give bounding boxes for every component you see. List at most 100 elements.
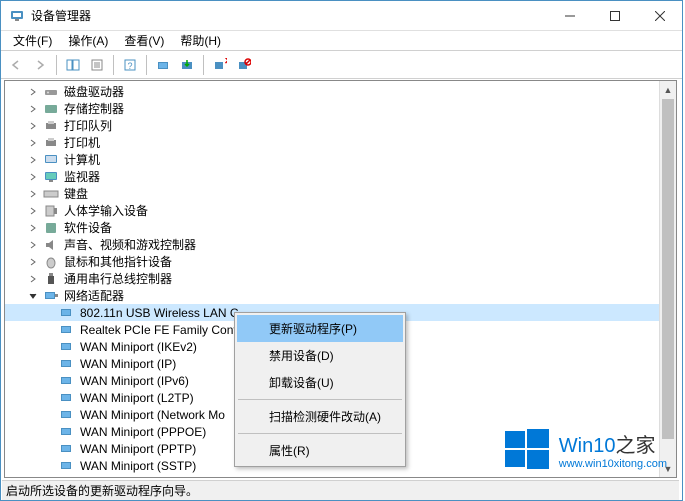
storage-icon <box>43 101 59 117</box>
tree-item-disk-drives[interactable]: 磁盘驱动器 <box>5 83 676 100</box>
chevron-down-icon[interactable] <box>27 290 39 302</box>
chevron-right-icon[interactable] <box>27 137 39 149</box>
toolbar-separator <box>113 55 114 75</box>
ctx-scan-hardware[interactable]: 扫描检测硬件改动(A) <box>237 403 403 430</box>
tree-item-usb[interactable]: 通用串行总线控制器 <box>5 270 676 287</box>
tree-label: WAN Miniport (IKEv2) <box>78 340 199 354</box>
tree-label: 鼠标和其他指针设备 <box>62 253 174 270</box>
network-adapter-icon <box>59 424 75 440</box>
network-adapter-icon <box>59 458 75 474</box>
hid-icon <box>43 203 59 219</box>
chevron-right-icon[interactable] <box>27 205 39 217</box>
network-adapter-icon <box>59 390 75 406</box>
tree-label: 802.11n USB Wireless LAN C <box>78 306 241 320</box>
tree-item-mice[interactable]: 鼠标和其他指针设备 <box>5 253 676 270</box>
maximize-button[interactable] <box>592 1 637 30</box>
tree-label: WAN Miniport (Network Mo <box>78 408 227 422</box>
tree-label: Realtek PCIe FE Family Contr <box>78 323 243 337</box>
keyboard-icon <box>43 186 59 202</box>
forward-button[interactable] <box>29 54 51 76</box>
svg-text:✕: ✕ <box>224 58 227 67</box>
network-adapter-icon <box>59 305 75 321</box>
network-adapter-icon <box>59 339 75 355</box>
ctx-update-driver[interactable]: 更新驱动程序(P) <box>237 315 403 342</box>
app-icon <box>9 8 25 24</box>
minimize-button[interactable] <box>547 1 592 30</box>
back-button[interactable] <box>5 54 27 76</box>
usb-icon <box>43 271 59 287</box>
sound-icon <box>43 237 59 253</box>
chevron-right-icon[interactable] <box>27 222 39 234</box>
monitor-icon <box>43 169 59 185</box>
tree-label: 监视器 <box>62 168 102 185</box>
tree-item-software[interactable]: 软件设备 <box>5 219 676 236</box>
tree-item-keyboards[interactable]: 键盘 <box>5 185 676 202</box>
chevron-right-icon[interactable] <box>27 239 39 251</box>
chevron-right-icon[interactable] <box>27 188 39 200</box>
toolbar-separator <box>56 55 57 75</box>
tree-item-sound[interactable]: 声音、视频和游戏控制器 <box>5 236 676 253</box>
vertical-scrollbar[interactable]: ▲ ▼ <box>659 81 676 477</box>
network-adapter-icon <box>59 356 75 372</box>
ctx-disable-device[interactable]: 禁用设备(D) <box>237 342 403 369</box>
update-driver-button[interactable] <box>176 54 198 76</box>
scroll-down-icon[interactable]: ▼ <box>660 460 676 477</box>
menu-file[interactable]: 文件(F) <box>5 30 60 51</box>
chevron-right-icon[interactable] <box>27 154 39 166</box>
toolbar: ? ✕ <box>1 51 682 79</box>
help-button[interactable]: ? <box>119 54 141 76</box>
tree-item-print-queues[interactable]: 打印队列 <box>5 117 676 134</box>
chevron-right-icon[interactable] <box>27 103 39 115</box>
tree-label: WAN Miniport (PPTP) <box>78 442 198 456</box>
svg-text:?: ? <box>127 61 132 71</box>
window-title: 设备管理器 <box>31 7 547 24</box>
computer-icon <box>43 152 59 168</box>
scroll-up-icon[interactable]: ▲ <box>660 81 676 98</box>
chevron-right-icon[interactable] <box>27 171 39 183</box>
tree-item-computer[interactable]: 计算机 <box>5 151 676 168</box>
show-hide-button[interactable] <box>62 54 84 76</box>
menubar: 文件(F) 操作(A) 查看(V) 帮助(H) <box>1 31 682 51</box>
properties-button[interactable] <box>86 54 108 76</box>
statusbar: 启动所选设备的更新驱动程序向导。 <box>2 480 679 500</box>
tree-item-hid[interactable]: 人体学输入设备 <box>5 202 676 219</box>
tree-label: 磁盘驱动器 <box>62 83 126 100</box>
scrollbar-thumb[interactable] <box>662 99 674 439</box>
status-text: 启动所选设备的更新驱动程序向导。 <box>6 482 198 499</box>
menu-view[interactable]: 查看(V) <box>116 30 172 51</box>
tree-label: WAN Miniport (IP) <box>78 357 178 371</box>
tree-label: WAN Miniport (IPv6) <box>78 374 191 388</box>
mouse-icon <box>43 254 59 270</box>
tree-label: 键盘 <box>62 185 90 202</box>
tree-label: 网络适配器 <box>62 287 126 304</box>
close-button[interactable] <box>637 1 682 30</box>
software-icon <box>43 220 59 236</box>
tree-label: 声音、视频和游戏控制器 <box>62 236 198 253</box>
menu-help[interactable]: 帮助(H) <box>172 30 229 51</box>
tree-label: 打印队列 <box>62 117 114 134</box>
tree-label: 软件设备 <box>62 219 114 236</box>
tree-label: 打印机 <box>62 134 102 151</box>
tree-item-monitors[interactable]: 监视器 <box>5 168 676 185</box>
tree-label: 计算机 <box>62 151 102 168</box>
titlebar: 设备管理器 <box>1 1 682 31</box>
chevron-right-icon[interactable] <box>27 273 39 285</box>
network-adapter-icon <box>59 322 75 338</box>
tree-label: WAN Miniport (SSTP) <box>78 459 198 473</box>
chevron-right-icon[interactable] <box>27 120 39 132</box>
menu-action[interactable]: 操作(A) <box>60 30 116 51</box>
disable-button[interactable] <box>233 54 255 76</box>
scan-hardware-button[interactable] <box>152 54 174 76</box>
tree-item-storage[interactable]: 存储控制器 <box>5 100 676 117</box>
tree-item-network-adapters[interactable]: 网络适配器 <box>5 287 676 304</box>
network-icon <box>43 288 59 304</box>
ctx-uninstall-device[interactable]: 卸载设备(U) <box>237 369 403 396</box>
chevron-right-icon[interactable] <box>27 256 39 268</box>
toolbar-separator <box>203 55 204 75</box>
menu-separator <box>238 399 402 400</box>
network-adapter-icon <box>59 373 75 389</box>
ctx-properties[interactable]: 属性(R) <box>237 437 403 464</box>
uninstall-button[interactable]: ✕ <box>209 54 231 76</box>
chevron-right-icon[interactable] <box>27 86 39 98</box>
tree-item-printers[interactable]: 打印机 <box>5 134 676 151</box>
